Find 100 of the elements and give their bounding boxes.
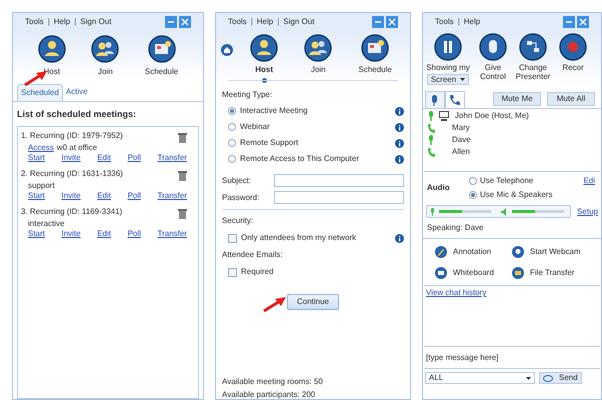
menu-separator: | xyxy=(74,16,76,28)
radio-label: Use Mic & Speakers xyxy=(480,189,552,201)
meeting-link[interactable]: Transfer xyxy=(157,152,187,162)
menu-item[interactable]: Tools xyxy=(25,16,44,28)
participant-name: Dave xyxy=(452,135,471,145)
field-label: Subject: xyxy=(222,174,252,186)
access-link[interactable]: Access xyxy=(28,142,54,152)
menu-item[interactable]: Tools xyxy=(435,16,454,28)
section-label: Security: xyxy=(222,215,254,227)
action-tab[interactable]: Schedule xyxy=(358,64,392,76)
menu-item[interactable]: Help xyxy=(256,16,274,28)
meeting-link[interactable]: Invite xyxy=(61,152,81,162)
microphone-icon xyxy=(430,208,435,216)
menu-item[interactable]: Tools xyxy=(228,16,247,28)
meeting-title: 3. Recurring (ID: 1169-3341) xyxy=(21,206,122,216)
screen-dropdown[interactable]: Screen xyxy=(426,74,470,85)
radio-button[interactable] xyxy=(469,191,477,199)
info-icon xyxy=(395,234,404,242)
radio-label: Webinar xyxy=(240,121,271,133)
meeting-link[interactable]: Edit xyxy=(97,228,111,238)
audio-label: Audio xyxy=(427,182,451,194)
participant-name: Allen xyxy=(452,147,470,157)
input-field[interactable] xyxy=(274,191,404,204)
input-field[interactable] xyxy=(274,174,404,187)
chat-history-link[interactable]: View chat history xyxy=(426,288,486,297)
minimize-icon xyxy=(165,16,177,28)
meeting-link[interactable]: Edit xyxy=(97,152,111,162)
info-icon xyxy=(395,138,404,148)
meeting-link[interactable]: Invite xyxy=(61,190,81,200)
meeting-link[interactable]: Start xyxy=(28,152,45,162)
meeting-link[interactable]: Invite xyxy=(61,228,81,238)
caret-icon xyxy=(526,376,531,380)
meeting-link[interactable]: Edit xyxy=(97,190,111,200)
folder-icon xyxy=(512,267,524,279)
setup-link[interactable]: Setup xyxy=(577,206,598,218)
menu-separator: | xyxy=(458,16,460,28)
status-text: Available meeting rooms: 50 xyxy=(222,377,324,386)
whiteboard-icon xyxy=(435,267,447,279)
meeting-link[interactable]: Poll xyxy=(128,190,141,200)
meeting-link[interactable]: Transfer xyxy=(157,228,187,238)
menu-item[interactable]: Sign Out xyxy=(283,16,314,28)
meeting-title: 2. Recurring (ID: 1631-1336) xyxy=(21,168,123,178)
info-icon xyxy=(395,106,404,116)
presenter-icon xyxy=(519,33,547,61)
meeting-note: interactive xyxy=(28,218,64,228)
microphone-icon xyxy=(427,135,435,145)
tab[interactable]: Scheduled xyxy=(17,84,63,101)
radio-button[interactable] xyxy=(228,139,236,147)
tool-button[interactable]: File Transfer xyxy=(512,267,589,279)
person-icon xyxy=(38,35,66,63)
meeting-note: support xyxy=(28,180,55,190)
radio-button[interactable] xyxy=(228,107,236,115)
section-label: Attendee Emails: xyxy=(222,249,284,261)
menu-separator: | xyxy=(250,16,253,28)
send-icon xyxy=(543,374,553,382)
checkbox[interactable] xyxy=(228,268,237,276)
tool-button[interactable]: Whiteboard xyxy=(435,267,512,279)
status-text: Available participants: 200 xyxy=(222,390,316,399)
action-label[interactable]: Recor xyxy=(562,63,584,72)
meeting-link[interactable]: Transfer xyxy=(157,190,187,200)
tool-button[interactable]: Start Webcam xyxy=(512,246,589,258)
meeting-title: 1. Recurring (ID: 1979-7952) xyxy=(21,130,123,140)
continue-button[interactable]: Continue xyxy=(287,294,339,310)
mute-button[interactable]: Mute Me xyxy=(493,92,541,106)
minimize-icon xyxy=(372,16,384,28)
participant-name: Mary xyxy=(452,123,470,133)
radio-button[interactable] xyxy=(469,177,477,185)
tab[interactable]: Active xyxy=(62,84,91,101)
action-label[interactable]: Schedule xyxy=(144,66,178,78)
action-tab[interactable]: Host xyxy=(255,64,273,76)
tool-button[interactable]: Annotation xyxy=(435,246,512,258)
info-icon xyxy=(395,122,404,132)
send-button[interactable]: Send xyxy=(539,372,582,384)
action-label[interactable]: Give Control xyxy=(476,63,510,81)
action-tab[interactable]: Join xyxy=(310,64,326,76)
meeting-link[interactable]: Poll xyxy=(128,228,141,238)
radio-button[interactable] xyxy=(228,155,236,163)
radio-button[interactable] xyxy=(228,123,236,131)
webcam-icon xyxy=(512,246,524,258)
meeting-link[interactable]: Start xyxy=(28,228,45,238)
checkbox-label: Only attendees from my network xyxy=(241,232,358,244)
menu-item[interactable]: Help xyxy=(54,16,70,28)
truncated-link[interactable]: Edi xyxy=(583,175,595,187)
mute-button[interactable]: Mute All xyxy=(547,92,595,106)
trash-icon xyxy=(178,170,187,180)
close-icon xyxy=(179,16,191,28)
trash-icon xyxy=(178,132,187,142)
checkbox[interactable] xyxy=(228,234,237,242)
speaking-status: Speaking: Dave xyxy=(423,218,601,239)
action-label[interactable]: Change Presenter xyxy=(516,63,550,81)
meeting-link[interactable]: Poll xyxy=(128,152,141,162)
menu-item[interactable]: Sign Out xyxy=(80,16,112,28)
field-label: Password: xyxy=(222,192,260,204)
menu-item[interactable]: Help xyxy=(464,16,480,28)
message-field[interactable]: [type message here] xyxy=(424,347,600,369)
recipient-dropdown[interactable]: ALL xyxy=(425,372,535,384)
meeting-link[interactable]: Start xyxy=(28,190,45,200)
action-label[interactable]: Join xyxy=(98,66,113,78)
close-icon xyxy=(577,16,589,28)
person-icon xyxy=(250,34,278,62)
